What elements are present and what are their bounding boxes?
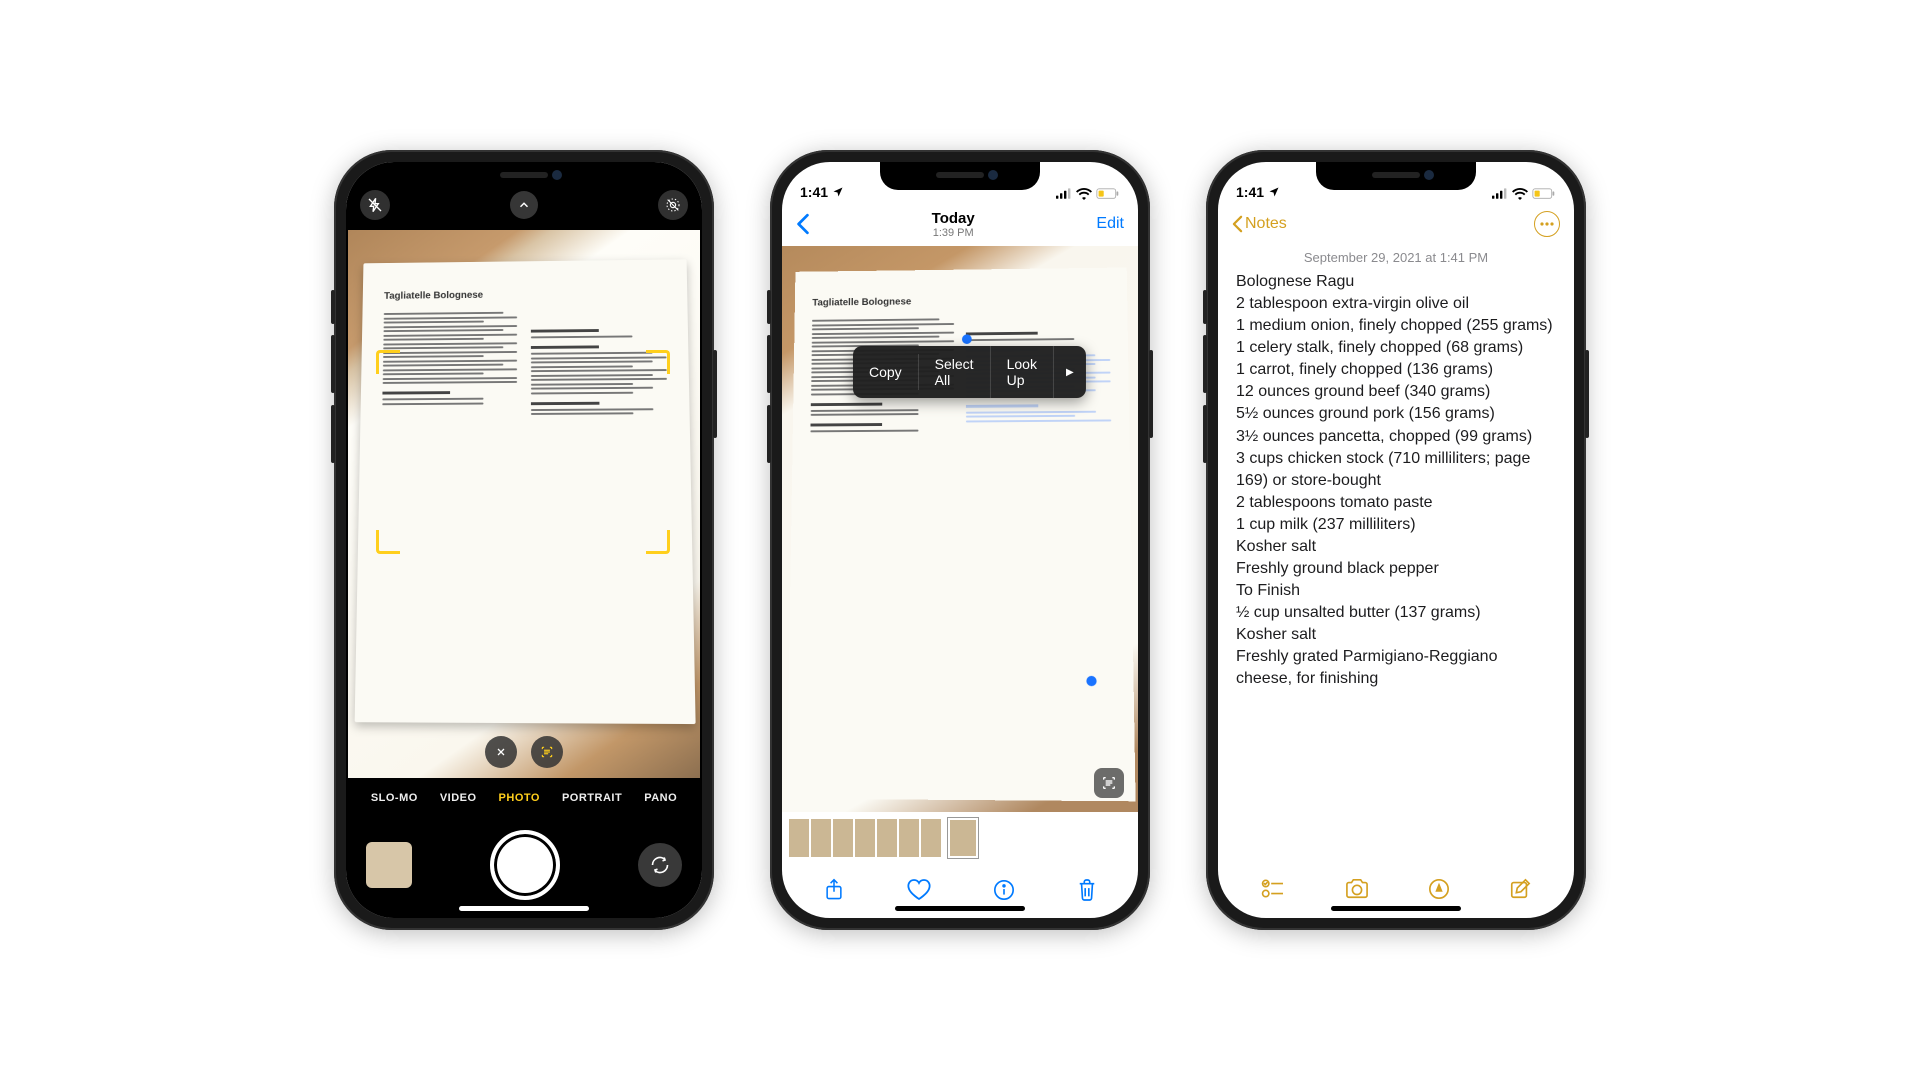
note-date: September 29, 2021 at 1:41 PM [1218, 246, 1574, 271]
thumbnail[interactable] [832, 818, 854, 858]
book-title: Tagliatelle Bolognese [384, 290, 517, 302]
favorite-heart-icon[interactable] [907, 879, 931, 901]
notes-navbar: Notes [1218, 202, 1574, 246]
note-line[interactable]: To Finish [1236, 580, 1556, 602]
more-icon[interactable] [1534, 211, 1560, 237]
camera-viewfinder[interactable]: Tagliatelle Bolognese [348, 230, 700, 778]
battery-icon [1096, 188, 1120, 200]
mode-photo[interactable]: PHOTO [499, 792, 540, 804]
live-text-toggle-icon[interactable] [1094, 768, 1124, 798]
photos-navbar: Today 1:39 PM Edit [782, 202, 1138, 246]
shutter-button[interactable] [490, 830, 560, 900]
phone-1-camera: Tagliatelle Bolognese [334, 150, 714, 930]
note-line[interactable]: 5½ ounces ground pork (156 grams) [1236, 403, 1556, 425]
thumbnail[interactable] [920, 818, 942, 858]
live-text-detect-button[interactable] [531, 736, 563, 768]
photo-viewer[interactable]: Tagliatelle Bolognese [782, 246, 1138, 812]
note-line[interactable]: 1 carrot, finely chopped (136 grams) [1236, 359, 1556, 381]
note-line[interactable]: 2 tablespoon extra-virgin olive oil [1236, 293, 1556, 315]
home-indicator[interactable] [895, 906, 1025, 911]
menu-more-arrow-icon[interactable]: ▶ [1054, 357, 1086, 388]
live-text-corner-icon [376, 530, 400, 554]
book-preview: Tagliatelle Bolognese [355, 259, 696, 724]
location-icon [1268, 186, 1280, 198]
thumbnail[interactable] [898, 818, 920, 858]
status-time: 1:41 [1236, 184, 1264, 200]
note-line[interactable]: 1 medium onion, finely chopped (255 gram… [1236, 315, 1556, 337]
camera-mode-selector[interactable]: SLO-MO VIDEO PHOTO PORTRAIT PANO [346, 778, 702, 818]
mode-portrait[interactable]: PORTRAIT [562, 792, 622, 804]
home-indicator[interactable] [1331, 906, 1461, 911]
notch [444, 162, 604, 190]
wifi-icon [1076, 188, 1092, 200]
note-line[interactable]: 3 cups chicken stock (710 milliliters; p… [1236, 448, 1556, 492]
note-line[interactable]: 1 cup milk (237 milliliters) [1236, 514, 1556, 536]
camera-options-chevron-icon[interactable] [510, 191, 538, 219]
compose-icon[interactable] [1509, 878, 1531, 900]
photo-thumbnail-strip[interactable] [782, 812, 1138, 864]
note-body[interactable]: Bolognese Ragu2 tablespoon extra-virgin … [1218, 271, 1574, 864]
edit-button[interactable]: Edit [1096, 215, 1124, 233]
location-icon [832, 186, 844, 198]
live-text-corner-icon [646, 350, 670, 374]
selection-end-handle[interactable] [1086, 676, 1096, 686]
cellular-icon [1492, 188, 1508, 200]
mode-slomo[interactable]: SLO-MO [371, 792, 418, 804]
photos-subtitle: 1:39 PM [932, 227, 975, 239]
notch [880, 162, 1040, 190]
thumbnail[interactable] [788, 818, 810, 858]
selection-start-handle[interactable] [962, 334, 972, 344]
last-photo-thumbnail[interactable] [366, 842, 412, 888]
trash-icon[interactable] [1077, 878, 1097, 902]
info-icon[interactable] [993, 879, 1015, 901]
mode-video[interactable]: VIDEO [440, 792, 477, 804]
note-line[interactable]: ½ cup unsalted butter (137 grams) [1236, 602, 1556, 624]
text-context-menu: Copy Select All Look Up ▶ [853, 346, 1086, 398]
note-line[interactable]: 2 tablespoons tomato paste [1236, 492, 1556, 514]
note-line[interactable]: 1 celery stalk, finely chopped (68 grams… [1236, 337, 1556, 359]
flash-off-icon[interactable] [360, 190, 390, 220]
notch [1316, 162, 1476, 190]
status-time: 1:41 [800, 184, 828, 200]
live-text-corner-icon [646, 530, 670, 554]
phone-2-photos: 1:41 Today 1:39 PM Edit [770, 150, 1150, 930]
live-photo-off-icon[interactable] [658, 190, 688, 220]
back-button[interactable]: Notes [1232, 215, 1287, 233]
close-corrections-button[interactable] [485, 736, 517, 768]
cellular-icon [1056, 188, 1072, 200]
note-line[interactable]: Freshly grated Parmigiano-Reggiano chees… [1236, 646, 1556, 690]
note-line[interactable]: Kosher salt [1236, 624, 1556, 646]
menu-select-all[interactable]: Select All [919, 346, 991, 398]
menu-copy[interactable]: Copy [853, 354, 919, 390]
menu-look-up[interactable]: Look Up [991, 346, 1054, 398]
note-line[interactable]: Kosher salt [1236, 536, 1556, 558]
phone-3-notes: 1:41 Notes September 29, 2021 at [1206, 150, 1586, 930]
note-line[interactable]: Freshly ground black pepper [1236, 558, 1556, 580]
live-text-corner-icon [376, 350, 400, 374]
note-line[interactable]: 3½ ounces pancetta, chopped (99 grams) [1236, 426, 1556, 448]
thumbnail-active[interactable] [948, 818, 978, 858]
back-button[interactable] [796, 213, 810, 235]
book-title: Tagliatelle Bolognese [812, 296, 954, 308]
markup-icon[interactable] [1428, 878, 1450, 900]
thumbnail[interactable] [810, 818, 832, 858]
photos-title: Today [932, 210, 975, 227]
mode-pano[interactable]: PANO [644, 792, 677, 804]
battery-icon [1532, 188, 1556, 200]
checklist-icon[interactable] [1261, 879, 1285, 899]
thumbnail[interactable] [876, 818, 898, 858]
note-line[interactable]: 12 ounces ground beef (340 grams) [1236, 381, 1556, 403]
wifi-icon [1512, 188, 1528, 200]
camera-icon[interactable] [1344, 878, 1370, 900]
back-label: Notes [1245, 215, 1287, 233]
switch-camera-button[interactable] [638, 843, 682, 887]
note-line[interactable]: Bolognese Ragu [1236, 271, 1556, 293]
home-indicator[interactable] [459, 906, 589, 911]
thumbnail[interactable] [854, 818, 876, 858]
share-icon[interactable] [823, 878, 845, 902]
